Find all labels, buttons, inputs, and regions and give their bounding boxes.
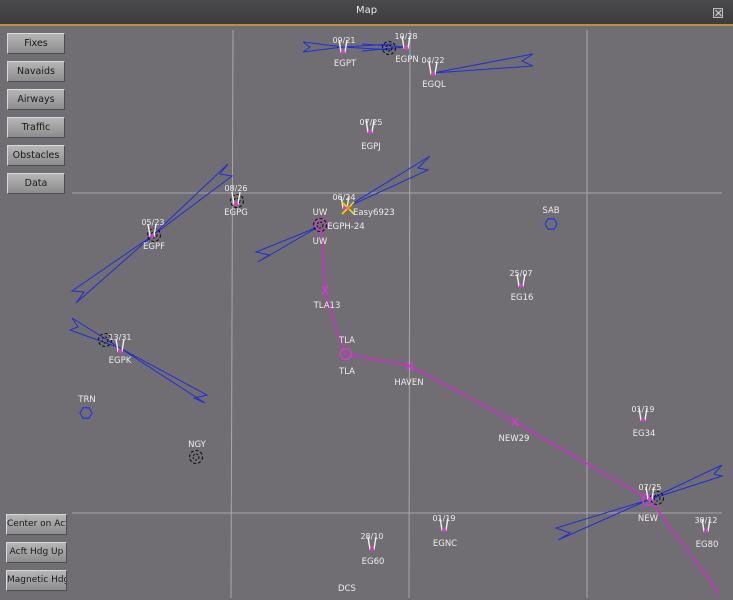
- data-button[interactable]: Data: [7, 173, 65, 194]
- airport-egnc-runway: 01/19: [432, 514, 455, 523]
- acft-hdg-up-button[interactable]: Acft Hdg Up: [6, 542, 67, 563]
- airport-new-runway: 07/25: [638, 483, 661, 492]
- airport-egpn-name: EGPN: [395, 55, 418, 65]
- airport-eg80-runway: 30/12: [694, 516, 717, 525]
- close-icon[interactable]: [713, 8, 723, 18]
- navaids-button[interactable]: Navaids: [7, 61, 65, 82]
- airport-eg60-runway: 28/10: [360, 532, 383, 541]
- airport-egph-runway: 06/24: [332, 193, 355, 202]
- vor-sab-label: SAB: [542, 206, 559, 216]
- center-on-acft-button[interactable]: Center on Acft: [6, 514, 67, 535]
- airport-egql-name: EGQL: [422, 80, 446, 90]
- fix-tla13-label: TLA13: [313, 301, 341, 311]
- airport-egpg-runway: 08/26: [224, 184, 247, 193]
- fix-new29-label: NEW29: [499, 434, 530, 444]
- airways-button[interactable]: Airways: [7, 89, 65, 110]
- traffic-callsign: Easy6923: [353, 208, 395, 218]
- airport-egpt-runway: 09/21: [332, 36, 355, 45]
- airport-eg34-name: EG34: [633, 429, 656, 439]
- airport-egnc-name: EGNC: [433, 539, 457, 549]
- airport-egpj-runway: 07/25: [359, 118, 382, 127]
- vor-tla-label-bottom: TLA: [338, 367, 355, 377]
- title-bar[interactable]: Map: [0, 0, 733, 25]
- airport-egpf-name: EGPF: [143, 242, 165, 252]
- airport-eg34-runway: 01/19: [631, 405, 654, 414]
- airport-egql-runway: 04/22: [421, 56, 444, 65]
- vor-tla-label-top: TLA: [338, 336, 355, 346]
- fix-uw-label-bottom: UW: [313, 237, 328, 247]
- airport-egpk-runway: 13/31: [108, 333, 131, 342]
- airport-egpg-name: EGPG: [224, 208, 248, 218]
- vor-trn-icon[interactable]: [79, 407, 93, 419]
- airport-egpg-icon[interactable]: [231, 191, 241, 207]
- airport-eg16-name: EG16: [511, 293, 534, 303]
- map-grid: [72, 29, 722, 599]
- map-canvas[interactable]: 09/21 EGPT 10/28 EGPN 04/22 EGQL 07/25 E…: [0, 26, 733, 600]
- map-window: Map 09/21 EGPT 10/28 EGPN 04/22 EGQL 07/…: [0, 0, 733, 600]
- airport-egpj-name: EGPJ: [361, 142, 381, 152]
- airport-eg60-name: EG60: [362, 557, 385, 567]
- window-title: Map: [355, 5, 378, 16]
- airport-egpf-runway: 05/23: [141, 218, 164, 227]
- airport-egpn-runway: 10/28: [394, 32, 417, 41]
- fixes-button[interactable]: Fixes: [7, 33, 65, 54]
- fix-uw-label-top: UW: [313, 208, 328, 218]
- airport-eg16-runway: 25/07: [509, 269, 532, 278]
- vor-sab-icon[interactable]: [544, 218, 558, 230]
- airport-eg80-name: EG80: [696, 540, 719, 550]
- magnetic-hdgs-button[interactable]: Magnetic Hdgs: [6, 570, 67, 591]
- traffic-button[interactable]: Traffic: [7, 117, 65, 138]
- vor-trn-label: TRN: [77, 395, 95, 405]
- ils-feathers: [68, 41, 724, 541]
- airport-egpt-name: EGPT: [334, 59, 357, 69]
- airport-egph-name: EGPH-24: [327, 222, 364, 232]
- fix-dcs-label: DCS: [338, 584, 356, 594]
- obstacles-button[interactable]: Obstacles: [7, 145, 65, 166]
- vor-new-label: NEW: [638, 514, 659, 524]
- airport-egpk-name: EGPK: [109, 356, 132, 366]
- fix-new29-icon[interactable]: [511, 417, 519, 427]
- ndb-ngy-label: NGY: [188, 440, 207, 450]
- fix-haven-label: HAVEN: [394, 378, 423, 388]
- ndb-ngy-icon[interactable]: [188, 449, 204, 465]
